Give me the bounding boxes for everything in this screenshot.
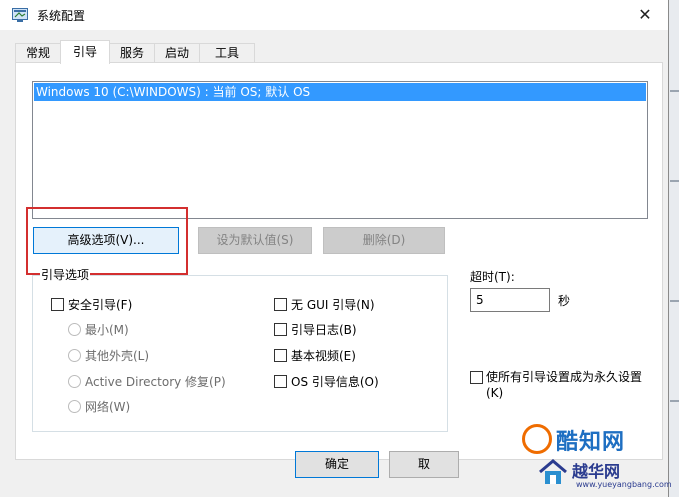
- alternate-shell-label: 其他外壳(L): [85, 349, 150, 363]
- delete-button[interactable]: 删除(D): [323, 227, 445, 254]
- timeout-unit-label: 秒: [558, 294, 571, 308]
- no-gui-boot-checkbox[interactable]: 无 GUI 引导(N): [274, 297, 375, 313]
- radio-circle: [68, 400, 81, 413]
- close-button[interactable]: ✕: [622, 0, 668, 30]
- tab-general[interactable]: 常规: [15, 43, 61, 63]
- base-video-label: 基本视频(E): [291, 349, 356, 363]
- checkbox-box: [274, 349, 287, 362]
- boot-tab-panel: Windows 10 (C:\WINDOWS) : 当前 OS; 默认 OS 高…: [15, 62, 663, 460]
- system-configuration-window: 系统配置 ✕ 常规 引导 服务 启动 工具 Windows 10 (C:\WIN…: [0, 0, 669, 497]
- checkbox-box: [274, 298, 287, 311]
- checkbox-box: [470, 371, 483, 384]
- checkbox-box: [274, 323, 287, 336]
- boot-log-checkbox[interactable]: 引导日志(B): [274, 322, 357, 338]
- tab-boot[interactable]: 引导: [60, 40, 110, 64]
- radio-circle: [68, 375, 81, 388]
- minimal-label: 最小(M): [85, 323, 129, 337]
- safe-boot-label: 安全引导(F): [68, 298, 133, 312]
- radio-circle: [68, 323, 81, 336]
- ad-repair-label: Active Directory 修复(P): [85, 375, 226, 389]
- make-permanent-label: 使所有引导设置成为永久设置(K): [486, 370, 643, 400]
- set-default-button[interactable]: 设为默认值(S): [198, 227, 312, 254]
- desktop-edge-mark: [670, 90, 679, 92]
- ok-button[interactable]: 确定: [295, 451, 379, 478]
- checkbox-box: [274, 375, 287, 388]
- no-gui-boot-label: 无 GUI 引导(N): [291, 298, 375, 312]
- boot-os-list-item[interactable]: Windows 10 (C:\WINDOWS) : 当前 OS; 默认 OS: [34, 83, 646, 101]
- annotation-highlight-box: [26, 207, 188, 275]
- boot-options-group-label: 引导选项: [40, 266, 91, 283]
- desktop-edge-mark: [670, 300, 679, 302]
- title-bar[interactable]: 系统配置 ✕: [0, 0, 668, 30]
- checkbox-box: [51, 298, 64, 311]
- os-boot-info-checkbox[interactable]: OS 引导信息(O): [274, 374, 379, 390]
- safe-mode-network-radio[interactable]: 网络(W): [68, 399, 130, 415]
- tab-services[interactable]: 服务: [109, 43, 155, 63]
- desktop-edge-mark: [670, 400, 679, 402]
- desktop-edge-mark: [670, 180, 679, 182]
- network-label: 网络(W): [85, 400, 131, 414]
- boot-log-label: 引导日志(B): [291, 323, 357, 337]
- safe-mode-ad-repair-radio[interactable]: Active Directory 修复(P): [68, 374, 226, 390]
- timeout-label: 超时(T):: [470, 270, 515, 284]
- cancel-button[interactable]: 取: [389, 451, 459, 478]
- boot-os-listbox[interactable]: Windows 10 (C:\WINDOWS) : 当前 OS; 默认 OS: [32, 81, 648, 219]
- timeout-input[interactable]: 5: [470, 288, 550, 312]
- os-boot-info-label: OS 引导信息(O): [291, 375, 379, 389]
- close-icon: ✕: [638, 5, 652, 24]
- msconfig-app-icon: [12, 8, 28, 22]
- base-video-checkbox[interactable]: 基本视频(E): [274, 348, 356, 364]
- desktop-background: [669, 0, 679, 497]
- radio-circle: [68, 349, 81, 362]
- window-title: 系统配置: [37, 9, 86, 23]
- safe-mode-alternate-shell-radio[interactable]: 其他外壳(L): [68, 348, 149, 364]
- safe-mode-minimal-radio[interactable]: 最小(M): [68, 322, 129, 338]
- tab-tools[interactable]: 工具: [199, 43, 255, 63]
- safe-boot-checkbox[interactable]: 安全引导(F): [51, 297, 132, 313]
- tab-startup[interactable]: 启动: [154, 43, 200, 63]
